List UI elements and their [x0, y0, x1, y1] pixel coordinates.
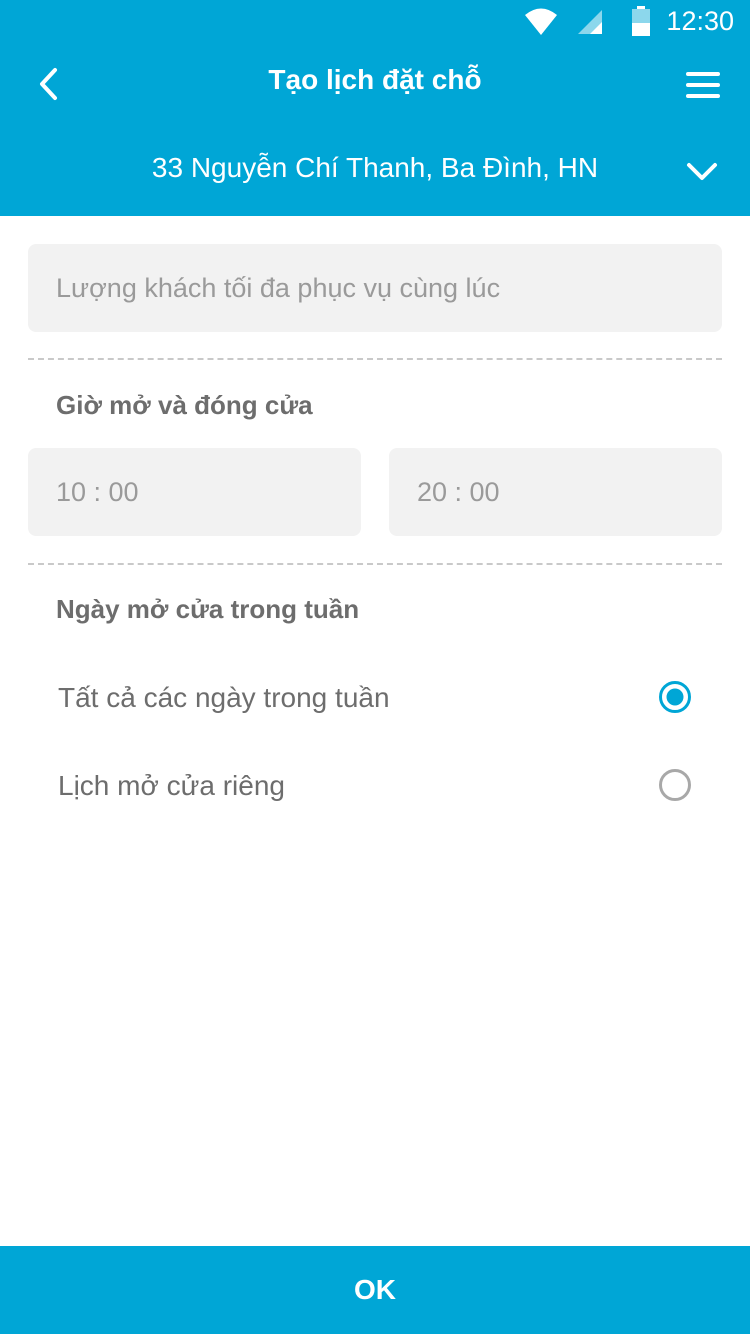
status-time: 12:30 [666, 6, 734, 36]
signal-icon [578, 10, 602, 34]
back-button[interactable] [22, 58, 74, 110]
battery-icon [632, 6, 650, 36]
radio-option-label: Tất cả các ngày trong tuần [58, 682, 390, 713]
page-title: Tạo lịch đặt chỗ [268, 64, 482, 95]
wifi-icon [525, 8, 557, 35]
capacity-input[interactable] [28, 244, 722, 332]
radio-unselected-icon[interactable] [658, 768, 692, 802]
app-header: 12:30 Tạo lịch đặt chỗ 33 Nguyễn Chí Tha… [0, 0, 750, 216]
status-bar: 12:30 [0, 0, 750, 44]
radio-option-all-days[interactable]: Tất cả các ngày trong tuần [28, 658, 722, 738]
open-time-input[interactable] [28, 448, 361, 536]
chevron-down-icon [687, 163, 717, 180]
close-time-input[interactable] [389, 448, 722, 536]
hours-label: Giờ mở và đóng cửa [56, 390, 313, 420]
hamburger-menu-icon [686, 72, 720, 98]
section-divider [28, 563, 722, 565]
radio-option-label: Lịch mở cửa riêng [58, 770, 285, 801]
chevron-left-icon [40, 68, 57, 100]
menu-button[interactable] [680, 62, 726, 108]
days-label: Ngày mở cửa trong tuần [56, 594, 360, 624]
radio-option-custom-schedule[interactable]: Lịch mở cửa riêng [28, 746, 722, 826]
section-divider [28, 358, 722, 360]
address-text: 33 Nguyễn Chí Thanh, Ba Đình, HN [151, 152, 599, 183]
radio-selected-icon[interactable] [658, 680, 692, 714]
ok-button[interactable]: OK [0, 1246, 750, 1334]
address-dropdown[interactable]: 33 Nguyễn Chí Thanh, Ba Đình, HN [0, 140, 750, 204]
